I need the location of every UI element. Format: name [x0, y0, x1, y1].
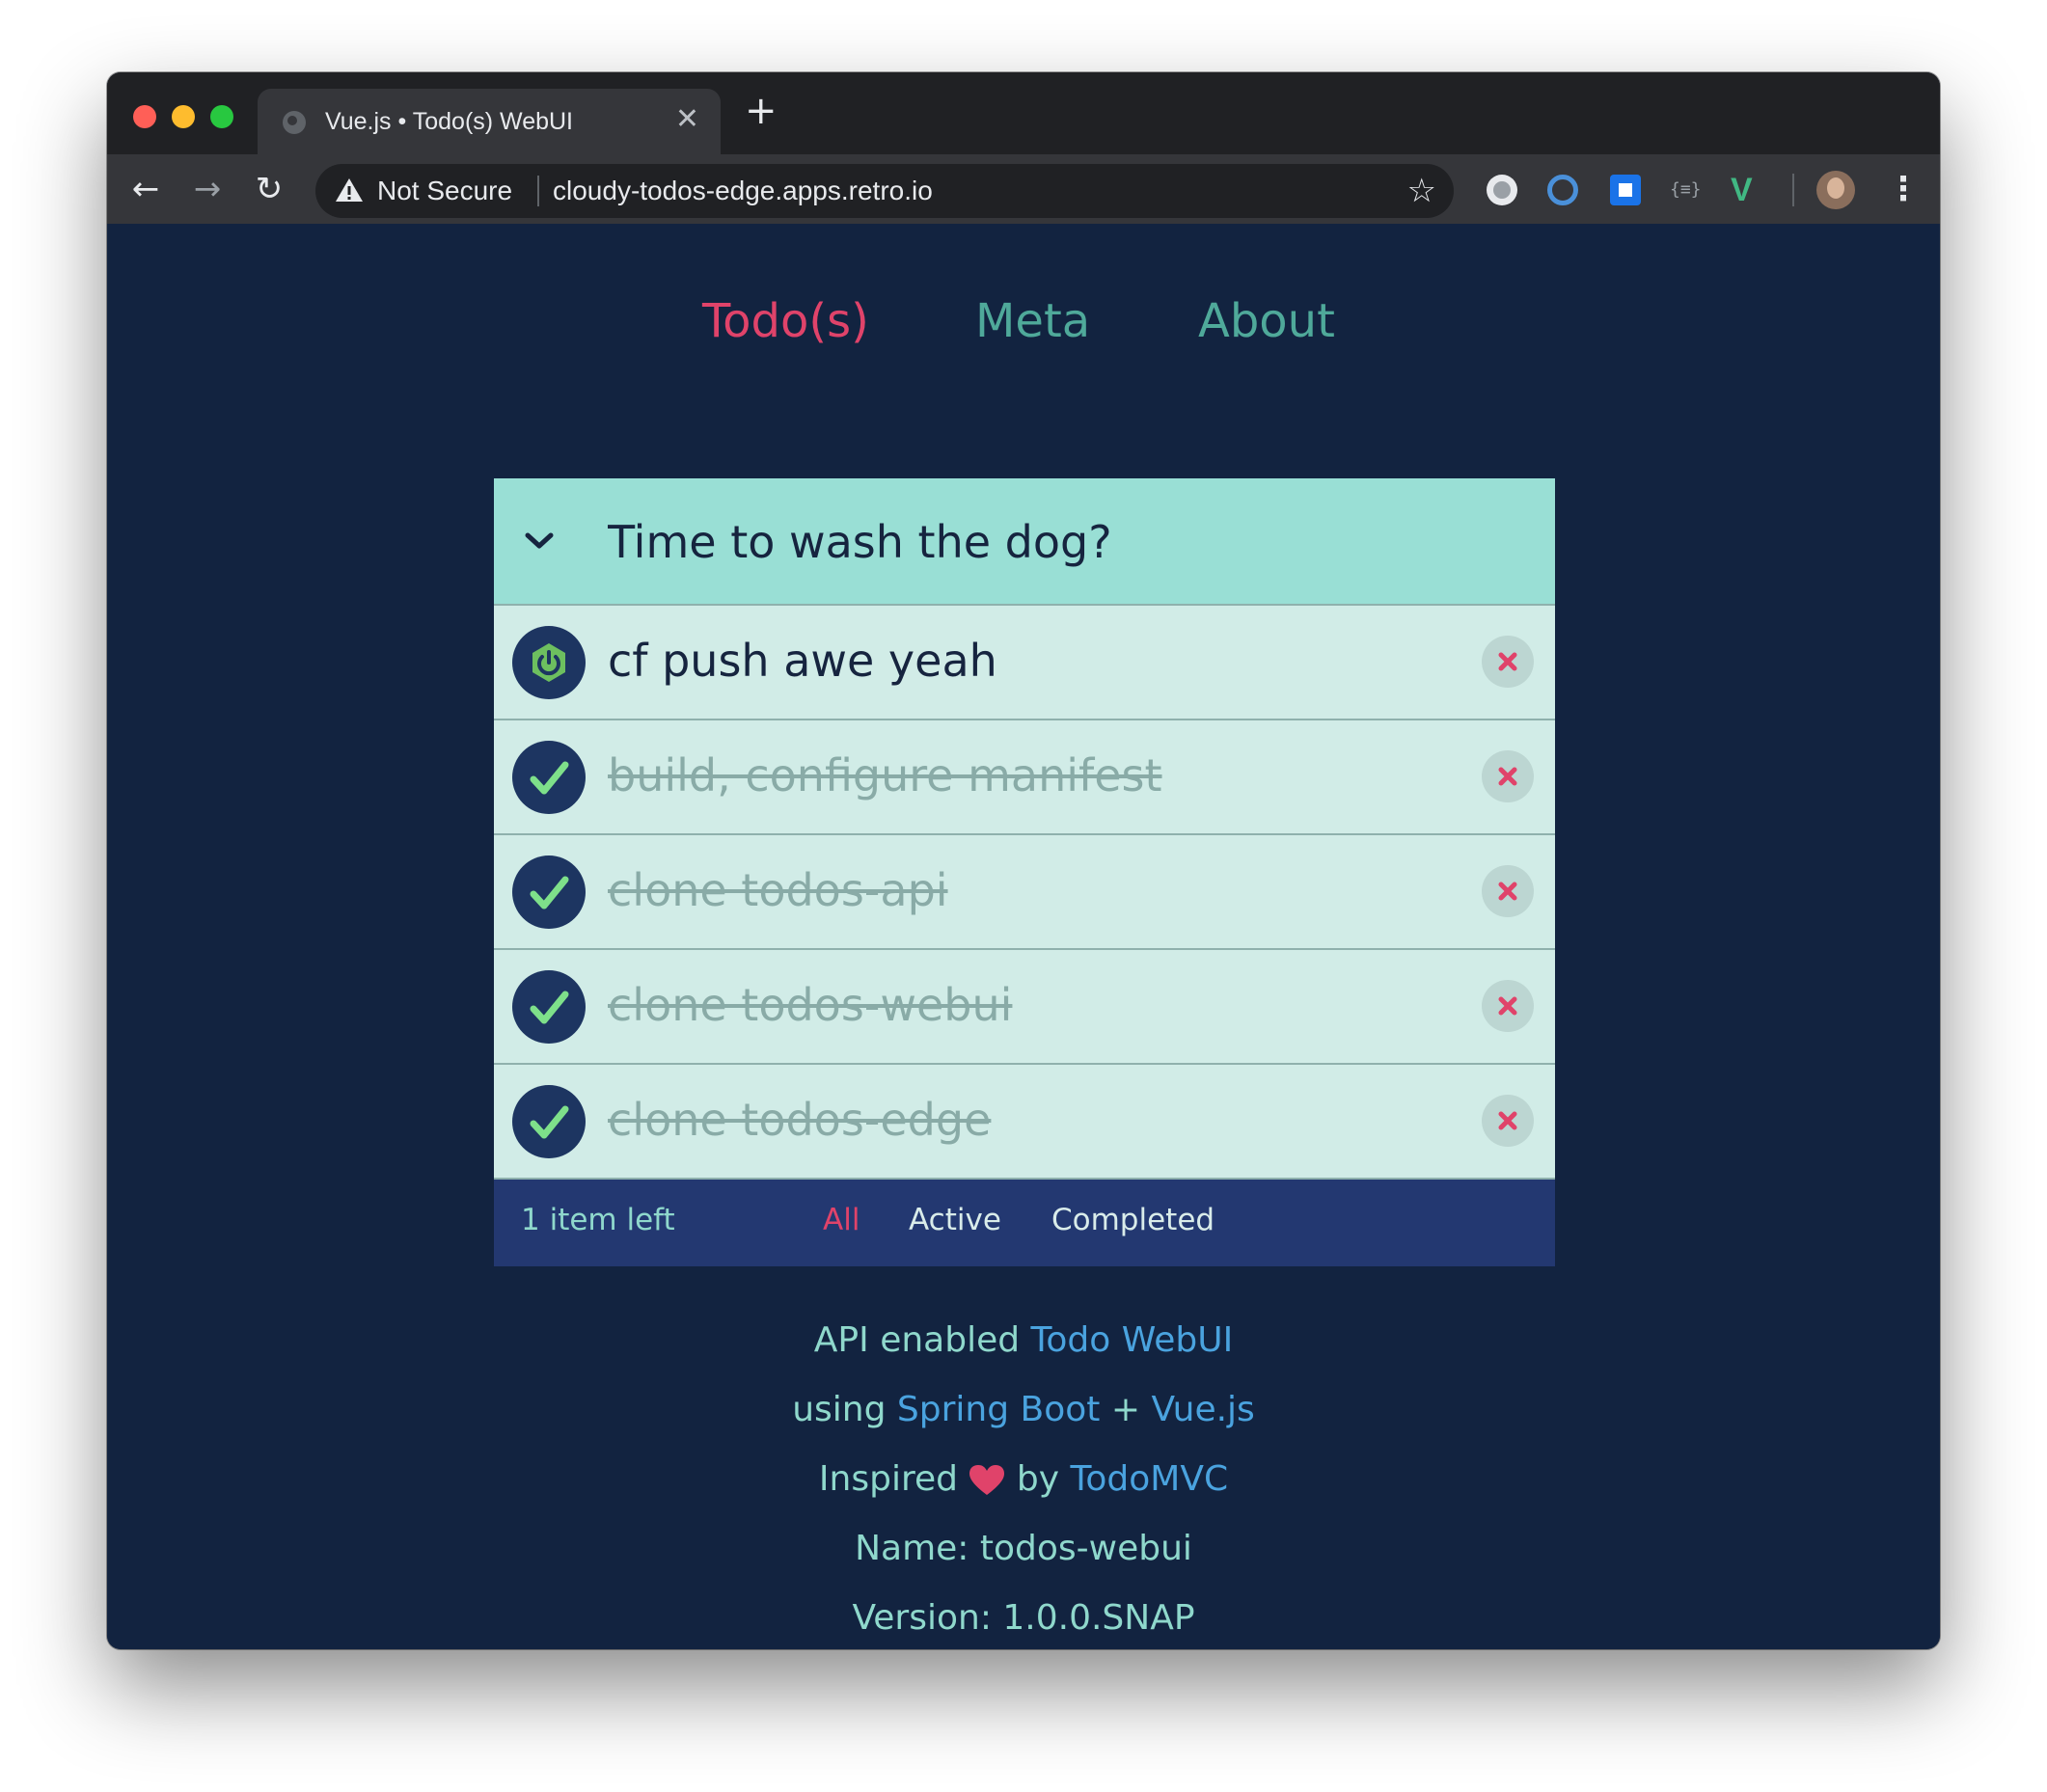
address-bar[interactable]: Not Secure cloudy-todos-edge.apps.retro.… [315, 164, 1454, 218]
todo-header [494, 478, 1555, 604]
todo-title[interactable]: build, configure manifest [608, 749, 1162, 801]
heart-icon [969, 1465, 1005, 1495]
filter-active-link[interactable]: Active [909, 1203, 1001, 1237]
url-text[interactable]: cloudy-todos-edge.apps.retro.io [553, 176, 933, 206]
tab-title: Vue.js • Todo(s) WebUI [325, 108, 574, 135]
checkmark-icon [530, 991, 569, 1024]
close-x-icon [1498, 1111, 1517, 1130]
todo-item: cf push awe yeah [494, 604, 1555, 719]
checkmark-icon [530, 1105, 569, 1139]
checkmark-icon [530, 876, 569, 910]
nav-meta-link[interactable]: Meta [975, 294, 1090, 348]
todo-item: clone todos-api [494, 833, 1555, 948]
tab-strip: Vue.js • Todo(s) WebUI ✕ + [107, 72, 1940, 154]
items-left-count: 1 item left [521, 1203, 675, 1237]
profile-avatar[interactable] [1816, 171, 1855, 209]
todo-unchecked-toggle[interactable] [512, 626, 586, 699]
spring-boot-link[interactable]: Spring Boot [897, 1390, 1100, 1429]
app-version-text: Version: 1.0.0.SNAP [852, 1598, 1195, 1638]
delete-todo-button[interactable] [1482, 750, 1534, 802]
info-inspired-text: Inspired [818, 1459, 958, 1499]
todo-checked-toggle[interactable] [512, 970, 586, 1044]
todo-item: build, configure manifest [494, 719, 1555, 833]
todo-checked-toggle[interactable] [512, 741, 586, 814]
new-todo-input[interactable] [608, 513, 1515, 571]
globe-icon [283, 111, 306, 134]
reload-button[interactable]: ↻ [248, 168, 290, 210]
info-line-api: API enabled Todo WebUI [107, 1320, 1940, 1360]
todo-footer: 1 item left All Active Completed [494, 1178, 1555, 1266]
nav-about-link[interactable]: About [1198, 294, 1335, 348]
vue-devtools-icon[interactable]: V [1731, 174, 1761, 206]
omnibox-divider [537, 176, 539, 206]
extension-icon[interactable] [1487, 175, 1517, 205]
new-tab-button[interactable]: + [745, 92, 778, 130]
todo-title[interactable]: cf push awe yeah [608, 635, 997, 687]
extension-ring-icon[interactable] [1547, 175, 1578, 205]
todo-item: clone todos-edge [494, 1063, 1555, 1178]
todo-card: cf push awe yeah build, configure manifes… [494, 478, 1555, 1266]
todo-checked-toggle[interactable] [512, 1085, 586, 1158]
warning-icon [336, 178, 363, 202]
browser-toolbar: ← → ↻ Not Secure cloudy-todos-edge.apps.… [107, 154, 1940, 224]
todomvc-link[interactable]: TodoMVC [1070, 1459, 1228, 1499]
extension-square-icon[interactable] [1610, 175, 1641, 205]
tab-close-icon[interactable]: ✕ [675, 102, 699, 136]
forward-button[interactable]: → [186, 168, 229, 210]
spring-power-icon [532, 643, 565, 682]
checkmark-icon [530, 761, 569, 795]
toolbar-divider [1792, 174, 1794, 206]
todo-list: cf push awe yeah build, configure manifes… [494, 604, 1555, 1178]
close-window-button[interactable] [133, 105, 156, 128]
browser-window: Vue.js • Todo(s) WebUI ✕ + ← → ↻ Not Sec… [107, 72, 1940, 1649]
todo-title[interactable]: clone todos-webui [608, 979, 1012, 1031]
todo-title[interactable]: clone todos-edge [608, 1094, 991, 1146]
close-x-icon [1498, 882, 1517, 901]
todo-webui-link[interactable]: Todo WebUI [1031, 1320, 1234, 1360]
info-line-using: using Spring Boot + Vue.js [107, 1390, 1940, 1429]
toggle-all-chevron-icon[interactable] [523, 529, 556, 552]
security-label[interactable]: Not Secure [377, 176, 512, 206]
delete-todo-button[interactable] [1482, 865, 1534, 917]
nav-todos-link[interactable]: Todo(s) [702, 294, 869, 348]
todo-item: clone todos-webui [494, 948, 1555, 1063]
filter-completed-link[interactable]: Completed [1051, 1203, 1215, 1237]
delete-todo-button[interactable] [1482, 636, 1534, 688]
delete-todo-button[interactable] [1482, 1095, 1534, 1147]
close-x-icon [1498, 652, 1517, 671]
maximize-window-button[interactable] [210, 105, 233, 128]
filter-all-link[interactable]: All [823, 1203, 860, 1237]
page-content: Todo(s) Meta About cf push awe yeah build… [107, 224, 1940, 1649]
close-x-icon [1498, 996, 1517, 1016]
info-line-inspired: Inspired by TodoMVC [107, 1459, 1940, 1499]
todo-title[interactable]: clone todos-api [608, 864, 948, 916]
info-api-text: API enabled [813, 1320, 1021, 1360]
info-plus-text: + [1110, 1390, 1140, 1429]
minimize-window-button[interactable] [172, 105, 195, 128]
vuejs-link[interactable]: Vue.js [1151, 1390, 1254, 1429]
info-by-text: by [1016, 1459, 1060, 1499]
info-using-text: using [792, 1390, 887, 1429]
app-name-text: Name: todos-webui [855, 1529, 1192, 1568]
back-button[interactable]: ← [124, 168, 167, 210]
todo-checked-toggle[interactable] [512, 855, 586, 929]
close-x-icon [1498, 767, 1517, 786]
menu-kebab-icon[interactable]: ⋮ [1887, 170, 1920, 208]
bookmark-star-icon[interactable]: ☆ [1407, 172, 1436, 210]
json-extension-icon[interactable]: {≡} [1670, 175, 1702, 205]
delete-todo-button[interactable] [1482, 980, 1534, 1032]
browser-tab[interactable]: Vue.js • Todo(s) WebUI ✕ [258, 89, 721, 154]
